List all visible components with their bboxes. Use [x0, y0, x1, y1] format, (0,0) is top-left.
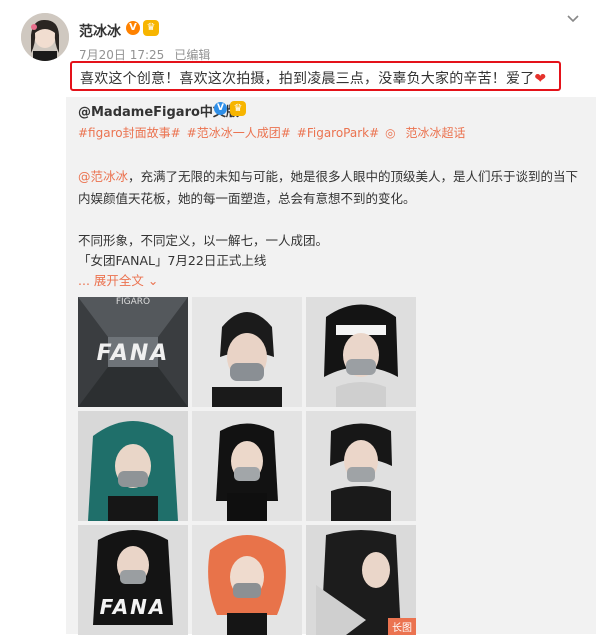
grid-image-7[interactable]: FANA [78, 525, 188, 635]
photo-graphic [192, 525, 302, 635]
mention-link[interactable]: @范冰冰 [78, 169, 128, 184]
repost-line-2: 不同形象，不同定义，以一解七，一人成团。 [78, 233, 329, 248]
hashtag-3[interactable]: #FigaroPark# [297, 126, 379, 140]
expand-label: ... 展开全文 [78, 273, 144, 288]
photo-graphic [192, 297, 302, 407]
expand-full-text-link[interactable]: ... 展开全文 ⌄ [78, 270, 158, 289]
photo-graphic [78, 411, 188, 521]
super-topic-icon: ◎ [385, 126, 400, 140]
verified-icon: V [214, 102, 227, 115]
chevron-down-icon: ⌄ [147, 273, 159, 288]
hashtag-2[interactable]: #范冰冰一人成团# [187, 126, 291, 140]
super-topic-link[interactable]: ◎ 范冰冰超话 [385, 126, 471, 140]
grid-image-8[interactable] [192, 525, 302, 635]
vip-badge-icon: V [126, 21, 140, 35]
grid-image-5[interactable] [192, 411, 302, 521]
photo-graphic [192, 411, 302, 521]
repost-line-3: 「女团FANAL」7月22日正式上线 [78, 253, 267, 268]
crown-icon: ♛ [143, 20, 159, 36]
cover-logo: FANA [99, 595, 167, 619]
grid-image-3[interactable] [306, 297, 416, 407]
hashtag-1[interactable]: #figaro封面故事# [78, 126, 181, 140]
highlight-box [70, 61, 561, 91]
magazine-masthead: FIGARO [115, 297, 151, 307]
long-image-badge: 长图 [388, 618, 416, 635]
edited-label: 已编辑 [174, 48, 211, 62]
repost-body-text: ，充满了无限的未知与可能，她是很多人眼中的顶级美人，是人们乐于谈到的当下内娱颜值… [78, 169, 579, 206]
post-date[interactable]: 7月20日 17:25 [79, 48, 164, 62]
cover-logo: FANA [96, 341, 170, 366]
photo-graphic [306, 411, 416, 521]
grid-image-1[interactable]: FIGARO FANA [78, 297, 188, 407]
grid-image-2[interactable] [192, 297, 302, 407]
hashtag-row: #figaro封面故事# #范冰冰一人成团# #FigaroPark# ◎ 范冰冰超话 [78, 124, 477, 141]
avatar-image [21, 13, 69, 61]
grid-image-6[interactable] [306, 411, 416, 521]
chevron-down-icon[interactable] [562, 10, 584, 32]
author-name[interactable]: 范冰冰 [79, 21, 121, 41]
photo-graphic [306, 297, 416, 407]
repost-body: @范冰冰，充满了无限的未知与可能，她是很多人眼中的顶级美人，是人们乐于谈到的当下… [78, 166, 586, 210]
super-topic-label: 范冰冰超话 [405, 126, 466, 140]
grid-image-4[interactable] [78, 411, 188, 521]
avatar[interactable] [21, 13, 69, 61]
crown-icon: ♛ [230, 101, 246, 116]
grid-image-9[interactable]: 长图 [306, 525, 416, 635]
